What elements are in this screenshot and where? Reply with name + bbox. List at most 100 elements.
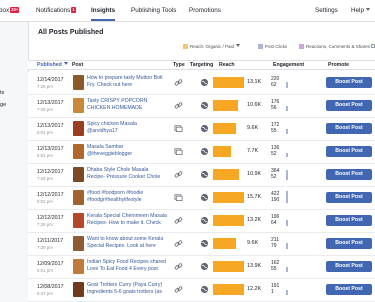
boost-post-button[interactable]: Boost Post bbox=[326, 77, 372, 88]
post-link[interactable]: Spicy chicken Masala @arvidhya17 bbox=[87, 121, 137, 134]
boost-post-button[interactable]: Boost Post bbox=[326, 123, 372, 134]
legend-post-clicks[interactable]: Post Clicks bbox=[258, 43, 287, 51]
table-row[interactable]: 12/14/2017 7:26 pm How to prepare tasty Mu… bbox=[28, 72, 375, 95]
row-date: 12/13/2017 bbox=[37, 146, 64, 152]
post-thumbnail[interactable] bbox=[73, 75, 84, 90]
engagement-reactions: 190 bbox=[271, 197, 280, 203]
globe-icon bbox=[200, 101, 209, 110]
post-link[interactable]: Kerala Special Chemmeen Masala Recipes- H… bbox=[87, 213, 167, 226]
post-link[interactable]: #food #foodporn #foodie #foodgr#healthyli… bbox=[87, 190, 143, 203]
boost-post-button[interactable]: Boost Post bbox=[326, 284, 372, 295]
post-thumbnail[interactable] bbox=[73, 236, 84, 251]
table-row[interactable]: 12/09/2017 5:01 pm Indian Spicy Food Recip… bbox=[28, 256, 375, 279]
tab-settings[interactable]: Settings bbox=[315, 0, 338, 21]
post-link[interactable]: Goat Trotters Curry (Paya Curry) Ingredie… bbox=[87, 282, 162, 295]
post-link[interactable]: Tasty CRISPY POPCORN CHICKEN HOMEMADE bbox=[87, 98, 147, 111]
post-text-line-1: How to prepare tasty Mutton Boti bbox=[87, 75, 163, 81]
link-icon bbox=[174, 101, 183, 110]
reach-bar bbox=[213, 192, 244, 203]
chevron-down-icon bbox=[365, 8, 370, 11]
tab-inbox[interactable]: box 20+ bbox=[0, 0, 20, 21]
post-link[interactable]: Dhaba Style Chole Masala Recipe- Pressure… bbox=[87, 167, 160, 180]
row-date: 12/12/2017 bbox=[37, 169, 64, 175]
boost-post-button[interactable]: Boost Post bbox=[326, 146, 372, 157]
tab-insights[interactable]: Insights bbox=[91, 0, 116, 21]
engagement-bar bbox=[286, 106, 288, 111]
post-text-line-1: Goat Trotters Curry (Paya Curry) bbox=[87, 282, 163, 288]
table-row[interactable]: 12/11/2017 7:28 pm Want to know about some… bbox=[28, 233, 375, 256]
sidebar-item-2[interactable]: ge bbox=[0, 102, 6, 108]
engagement-reactions: 55 bbox=[271, 128, 277, 134]
photo-icon bbox=[174, 193, 183, 202]
post-text-line-2: Recipe- Pressure Cooker Chole bbox=[87, 173, 161, 180]
reach-bar bbox=[213, 77, 244, 88]
engagement-reactions: 56 bbox=[271, 105, 277, 111]
page-title: All Posts Published bbox=[38, 29, 104, 36]
reach-swatch bbox=[183, 44, 188, 49]
column-promote: Promote bbox=[328, 62, 350, 68]
post-text-line-1: Dhaba Style Chole Masala bbox=[87, 167, 149, 173]
reach-bar bbox=[213, 169, 239, 180]
legend-reach-label: Reach: Organic / Paid bbox=[190, 44, 235, 49]
table-row[interactable]: 12/08/2017 6:47 pm Goat Trotters Curry (Pa… bbox=[28, 279, 375, 302]
legend-reach[interactable]: Reach: Organic / Paid bbox=[183, 43, 241, 51]
row-time: 5:51 pm bbox=[37, 153, 53, 158]
post-thumbnail[interactable] bbox=[73, 144, 84, 159]
boost-post-button[interactable]: Boost Post bbox=[326, 261, 372, 272]
post-text-line-1: Kerala Special Chemmeen Masala bbox=[87, 213, 167, 219]
post-thumbnail[interactable] bbox=[73, 98, 84, 113]
boost-post-button[interactable]: Boost Post bbox=[326, 100, 372, 111]
checkbox-icon[interactable] bbox=[371, 44, 375, 48]
row-time: 5:02 pm bbox=[37, 199, 53, 204]
sidebar-item-1[interactable]: ts bbox=[0, 90, 4, 96]
post-text-line-2: Love To Eat Food 4 Every post. bbox=[87, 265, 160, 272]
photo-icon bbox=[174, 147, 183, 156]
post-thumbnail[interactable] bbox=[73, 121, 84, 136]
engagement-bar bbox=[286, 243, 288, 249]
row-date: 12/08/2017 bbox=[37, 284, 64, 290]
tab-help[interactable]: Help bbox=[351, 0, 370, 21]
engagement-reactions: 55 bbox=[271, 266, 277, 272]
boost-post-button[interactable]: Boost Post bbox=[326, 215, 372, 226]
tab-publishing-tools-label: Publishing Tools bbox=[131, 7, 177, 14]
reach-bar bbox=[213, 238, 236, 249]
post-thumbnail[interactable] bbox=[73, 190, 84, 205]
post-link[interactable]: Want to know about some Kerala Special Re… bbox=[87, 236, 163, 249]
row-time: 7:26 pm bbox=[37, 84, 53, 89]
table-row[interactable]: 12/13/2017 7:28 pm Tasty CRISPY POPCORN CHI… bbox=[28, 95, 375, 118]
legend-reactions[interactable]: Reactions, Comments & Shares bbox=[299, 43, 375, 51]
table-row[interactable]: 12/12/2017 5:02 pm #food #foodporn #foodie… bbox=[28, 187, 375, 210]
engagement-bar bbox=[286, 170, 288, 180]
tab-notifications[interactable]: Notifications 1 bbox=[36, 0, 76, 21]
boost-post-button[interactable]: Boost Post bbox=[326, 238, 372, 249]
boost-post-button[interactable]: Boost Post bbox=[326, 169, 372, 180]
sort-icon bbox=[63, 62, 68, 65]
post-thumbnail[interactable] bbox=[73, 213, 84, 228]
table-row[interactable]: 12/13/2017 5:51 pm Masala Sambar @theveggie… bbox=[28, 141, 375, 164]
post-text-line-1: Tasty CRISPY POPCORN bbox=[87, 98, 148, 104]
post-thumbnail[interactable] bbox=[73, 167, 84, 182]
column-published[interactable]: Published bbox=[37, 61, 68, 70]
post-text-line-1: Indian Spicy Food Recipes shared bbox=[87, 259, 167, 265]
post-thumbnail[interactable] bbox=[73, 259, 84, 274]
table-row[interactable]: 12/12/2017 7:28 pm Kerala Special Chemmeen… bbox=[28, 210, 375, 233]
engagement-bar bbox=[286, 267, 288, 272]
engagement-bar bbox=[286, 82, 288, 88]
engagement-bar bbox=[286, 290, 288, 295]
tab-promotions[interactable]: Promotions bbox=[189, 0, 221, 21]
globe-icon bbox=[200, 193, 209, 202]
boost-post-button[interactable]: Boost Post bbox=[326, 192, 372, 203]
table-row[interactable]: 12/13/2017 6:01 pm Spicy chicken Masala @ar… bbox=[28, 118, 375, 141]
row-time: 7:28 pm bbox=[37, 107, 53, 112]
table-row[interactable]: 12/12/2017 7:28 pm Dhaba Style Chole Masal… bbox=[28, 164, 375, 187]
tab-publishing-tools[interactable]: Publishing Tools bbox=[131, 0, 176, 21]
post-thumbnail[interactable] bbox=[73, 282, 84, 297]
post-link[interactable]: How to prepare tasty Mutton Boti Fry. Che… bbox=[87, 75, 163, 88]
table-header: Published Post Type Targeting Reach Enga… bbox=[28, 60, 375, 70]
link-icon bbox=[174, 216, 183, 225]
tab-promotions-label: Promotions bbox=[189, 7, 221, 14]
post-link[interactable]: Masala Sambar @theveggieblogger bbox=[87, 144, 132, 157]
post-link[interactable]: Indian Spicy Food Recipes shared Love To … bbox=[87, 259, 166, 272]
link-icon bbox=[174, 78, 183, 87]
post-text-line-2: Special Recipes. Look at here bbox=[87, 242, 156, 249]
